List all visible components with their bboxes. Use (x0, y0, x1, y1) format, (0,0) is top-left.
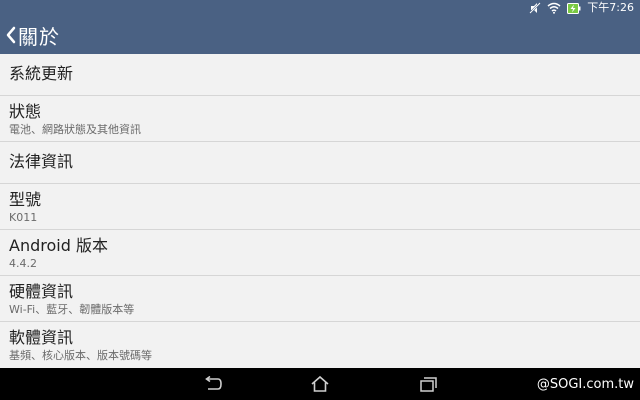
list-item-model[interactable]: 型號 K011 (0, 184, 640, 230)
back-icon (201, 376, 223, 392)
watermark: @SOGI.com.tw (536, 377, 634, 392)
list-item-subtitle: 基頻、核心版本、版本號碼等 (9, 349, 152, 362)
list-item-software-info[interactable]: 軟體資訊 基頻、核心版本、版本號碼等 (0, 322, 640, 368)
back-button[interactable]: 關於 (0, 16, 68, 54)
mute-icon (529, 2, 542, 14)
list-item-title: Android 版本 (9, 236, 108, 255)
nav-home-button[interactable] (306, 373, 334, 395)
home-icon (310, 375, 330, 393)
list-item-android-version[interactable]: Android 版本 4.4.2 (0, 230, 640, 276)
list-item-subtitle: Wi-Fi、藍牙、韌體版本等 (9, 303, 135, 316)
status-icons: 下午7:26 (529, 1, 634, 15)
status-bar: 下午7:26 (0, 0, 640, 16)
list-item-legal-info[interactable]: 法律資訊 (0, 142, 640, 184)
settings-list: 系統更新 狀態 電池、網路狀態及其他資訊 法律資訊 型號 K011 Androi… (0, 54, 640, 368)
list-item-hardware-info[interactable]: 硬體資訊 Wi-Fi、藍牙、韌體版本等 (0, 276, 640, 322)
list-item-system-update[interactable]: 系統更新 (0, 54, 640, 96)
nav-back-button[interactable] (198, 373, 226, 395)
app-bar: 關於 (0, 16, 640, 54)
list-item-status[interactable]: 狀態 電池、網路狀態及其他資訊 (0, 96, 640, 142)
wifi-icon (547, 2, 561, 14)
list-item-title: 硬體資訊 (9, 282, 74, 301)
recent-apps-icon (419, 376, 439, 392)
list-item-subtitle: K011 (9, 211, 38, 224)
battery-charging-icon (567, 2, 581, 14)
list-item-title: 法律資訊 (9, 152, 74, 171)
list-item-title: 狀態 (9, 102, 42, 121)
list-item-subtitle: 4.4.2 (9, 257, 37, 270)
list-item-subtitle: 電池、網路狀態及其他資訊 (9, 123, 141, 136)
nav-recent-apps-button[interactable] (415, 373, 443, 395)
list-item-title: 軟體資訊 (9, 328, 74, 347)
navigation-bar: @SOGI.com.tw (0, 368, 640, 400)
page-title: 關於 (18, 24, 60, 49)
status-time: 下午7:26 (587, 1, 634, 14)
chevron-left-icon (6, 26, 16, 44)
list-item-title: 系統更新 (9, 64, 74, 83)
list-item-title: 型號 (9, 190, 42, 209)
